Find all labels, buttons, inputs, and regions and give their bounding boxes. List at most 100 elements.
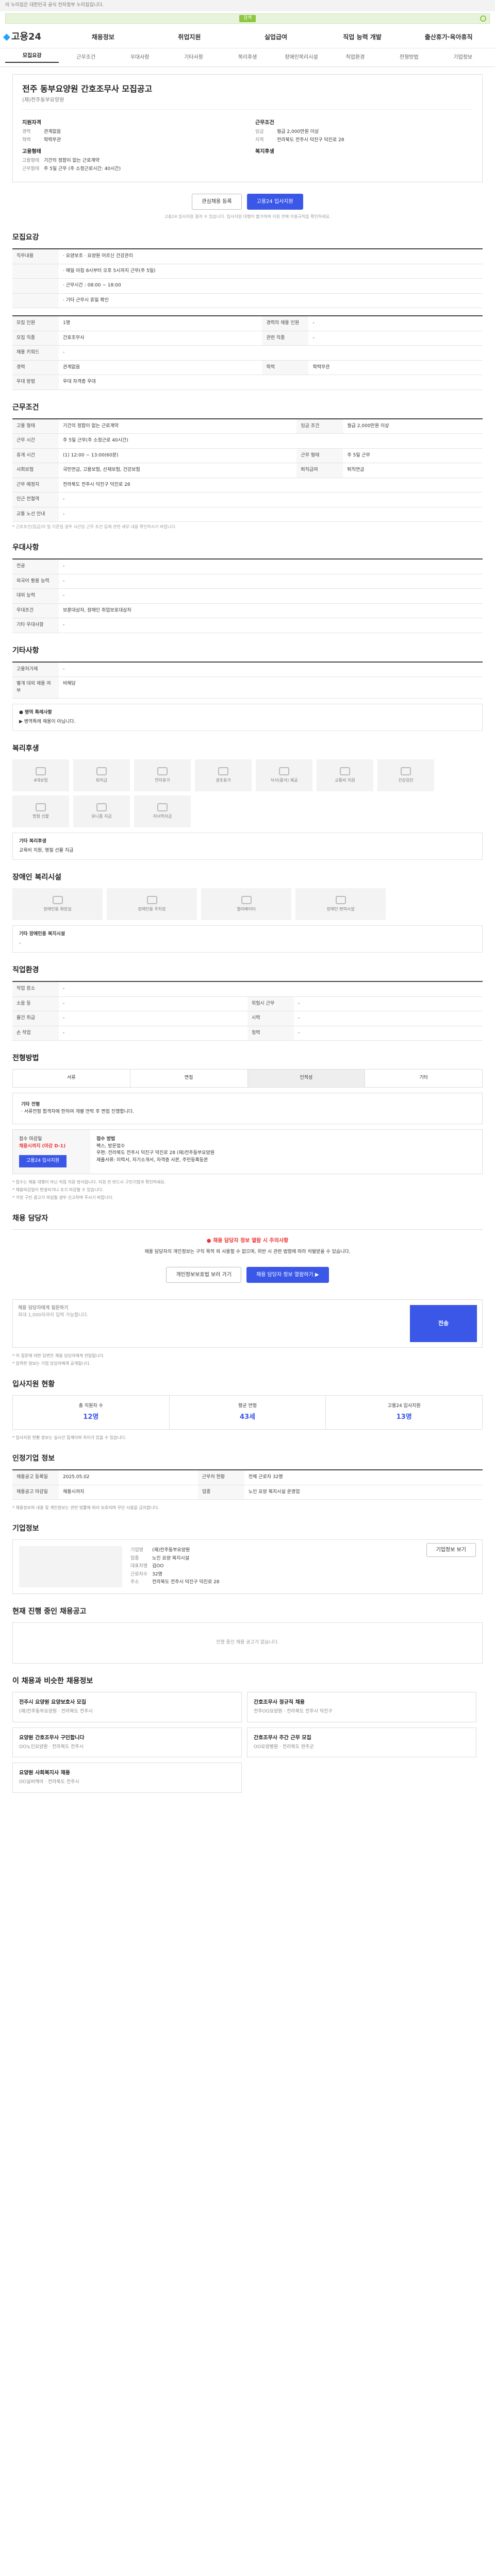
benefit-label: 유니폼 지급: [91, 814, 112, 819]
row-value: 노인 요양 복지시설 운영업: [244, 1485, 483, 1500]
table-row: 교통 노선 안내 -: [12, 507, 483, 522]
tab-6[interactable]: 직업환경: [328, 54, 382, 61]
benefit-label: 명절 선물: [32, 814, 49, 819]
section-disabled: 장애인 복리시설: [12, 873, 62, 882]
gnb-menu-item[interactable]: 채용정보: [60, 32, 146, 42]
table-row: 고용허가제 -: [12, 662, 483, 677]
reco-card[interactable]: 요양원 간호조무사 구인합니다 OO노인요양원 · 전라북도 전주시: [12, 1727, 242, 1757]
reco-card[interactable]: 간호조무사 주간 근무 모집 OO요양병원 · 전라북도 완주군: [247, 1727, 476, 1757]
section-company: 기업정보: [12, 1524, 39, 1533]
row-value: 전체 근로자 32명: [244, 1470, 483, 1485]
method-step: 인적성: [248, 1070, 366, 1087]
benefit-icon: [401, 767, 411, 775]
row-header: 작업 장소: [12, 981, 59, 997]
reco-card[interactable]: 전주시 요양원 요양보호사 모집 (재)전주동부요양원 · 전라북도 전주시: [12, 1692, 242, 1722]
section-tabs: 모집요강 근무조건 우대사항 기타사항 복리후생 장애인복리시설 직업환경 전형방법 기업정보: [0, 48, 495, 67]
row-value: -: [59, 618, 483, 633]
row-header: 손 작업: [12, 1026, 59, 1041]
info-table: 채용공고 등록일 2025.05.02 근무처 현황 전체 근로자 32명 채용공고 마…: [12, 1469, 483, 1500]
benefit-label: 장애인 편의시설: [326, 907, 355, 911]
kv-key: 지역: [255, 137, 264, 143]
kv-row: 지역 전라북도 전주시 덕진구 덕진로 28: [255, 137, 473, 144]
gnb-menu-item[interactable]: 취업지원: [146, 32, 233, 42]
kv-value: 전라북도 전주시 덕진구 덕진로 28: [277, 137, 344, 143]
etc-box: ● 병역 특례사항 ▶ 병역특례 채용이 아닙니다.: [12, 704, 483, 731]
table-row: 경력 관계없음 학력 학력무관: [12, 360, 483, 375]
welfare-title: 복지후생: [255, 149, 274, 155]
search-icon[interactable]: [480, 15, 486, 22]
kv-row: 근로자수 32명: [130, 1571, 418, 1579]
tab-8[interactable]: 기업정보: [436, 54, 490, 61]
row-header: 학력: [262, 360, 309, 375]
row-value: 우대 자격증 우대: [59, 375, 483, 390]
benefit-tile: 식사(중식) 제공: [256, 759, 312, 791]
row-header: 우대 방법: [12, 375, 59, 390]
kv-value: 기간의 정함이 없는 근로계약: [44, 158, 100, 163]
work-note: * 근로조건(임금)이 일 기준일 경우 시간당 근무 조건 등에 관한 세부 …: [12, 524, 177, 529]
tab-4[interactable]: 복리후생: [221, 54, 274, 61]
privacy-law-button[interactable]: 개인정보보호법 보러 가기: [166, 1267, 241, 1283]
view-contact-button[interactable]: 채용 담당자 정보 열람하기 ▶: [246, 1267, 329, 1283]
search-bar[interactable]: 검색: [5, 13, 490, 24]
save-button[interactable]: 관심채용 등록: [192, 194, 242, 210]
row-value: -: [59, 574, 483, 589]
row-header: 관련 직종: [262, 331, 309, 346]
gnb-menu-item[interactable]: 직업 능력 개발: [319, 32, 406, 42]
kv-row: 경력 관계없음: [22, 129, 240, 136]
global-nav: ◆ 고용24 채용정보 취업지원 실업급여 직업 능력 개발 출산휴가·육아휴직: [0, 26, 495, 48]
row-header: [12, 293, 59, 308]
tab-5[interactable]: 장애인복리시설: [274, 54, 328, 61]
row-value: -: [59, 996, 248, 1011]
question-textarea[interactable]: 채용 담당자에게 질문하기 최대 1,000자까지 입력 가능합니다.: [18, 1305, 405, 1342]
method-apply-button[interactable]: 고용24 입사지원: [19, 1155, 67, 1167]
reco-meta: OO실버케어 · 전라북도 전주시: [19, 1780, 79, 1785]
company-logo: [19, 1546, 122, 1587]
row-value: -: [294, 996, 483, 1011]
gnb-menu-item[interactable]: 실업급여: [233, 32, 319, 42]
row-value: 2025.05.02: [59, 1470, 198, 1485]
section-reco: 이 채용과 비슷한 채용정보: [12, 1677, 93, 1685]
row-value: -: [59, 662, 483, 677]
row-header: 임금 조건: [296, 418, 343, 434]
row-value: -: [59, 1026, 248, 1041]
kv-value: 관계없음: [44, 129, 61, 134]
kv-key: 기업명: [130, 1548, 143, 1553]
row-header: 우대조건: [12, 603, 59, 618]
company-info-button[interactable]: 기업정보 보기: [426, 1543, 476, 1557]
kv-row: 주소 전라북도 전주시 덕진구 덕진로 28: [130, 1579, 418, 1586]
kv-row: 학력 학력무관: [22, 137, 240, 144]
kv-key: 근로자수: [130, 1571, 148, 1577]
gnb-menu-item[interactable]: 출산휴가·육아휴직: [405, 32, 492, 42]
row-value: -: [59, 559, 483, 574]
row-header: 기타 우대사항: [12, 618, 59, 633]
reco-card[interactable]: 요양원 사회복지사 채용 OO실버케어 · 전라북도 전주시: [12, 1762, 242, 1793]
work-table: 고용 형태 기간의 정함이 없는 근로계약 임금 조건 월급 2,000만원 이상 근무…: [12, 418, 483, 522]
send-button[interactable]: 전송: [410, 1305, 477, 1342]
row-header: 근무 예정지: [12, 478, 59, 493]
section-info: 인정기업 정보: [12, 1454, 55, 1463]
type-title: 고용형태: [22, 149, 41, 155]
tab-3[interactable]: 기타사항: [167, 54, 220, 61]
row-header: 퇴직급여: [296, 463, 343, 478]
tab-7[interactable]: 전형방법: [382, 54, 436, 61]
tab-1[interactable]: 근무조건: [59, 54, 112, 61]
row-value: 비해당: [59, 676, 483, 699]
stat-item: 총 지원자 수 12명: [13, 1396, 170, 1429]
tab-2[interactable]: 우대사항: [113, 54, 167, 61]
benefit-icon: [279, 767, 289, 775]
row-header: 채용 키워드: [12, 345, 59, 361]
row-value: -: [59, 507, 483, 522]
method-bullet: * 거짓 구인 광고가 의심될 경우 신고하여 주시기 바랍니다.: [12, 1195, 114, 1200]
table-row: 근무 예정지 전라북도 전주시 덕진구 덕진로 28: [12, 478, 483, 493]
table-row: 소음 등 - 위험시 근무 -: [12, 996, 483, 1011]
reco-card[interactable]: 간호조무사 정규직 채용 전주OO요양원 · 전라북도 전주시 덕진구: [247, 1692, 476, 1722]
logo[interactable]: ◆ 고용24: [3, 30, 60, 44]
kv-key: 경력: [22, 129, 31, 134]
kv-key: 근무형태: [22, 166, 40, 172]
gov-banner: 이 누리집은 대한민국 공식 전자정부 누리집입니다.: [0, 0, 495, 11]
method-line: 제출서류: 이력서, 자기소개서, 자격증 사본, 주민등록등본: [96, 1157, 208, 1163]
apply-button[interactable]: 고용24 입사지원: [246, 194, 303, 210]
row-value: 국민연금, 고용보험, 산재보험, 건강보험: [59, 463, 297, 478]
row-header: 근무처 현황: [197, 1470, 244, 1485]
tab-0[interactable]: 모집요강: [5, 52, 59, 63]
